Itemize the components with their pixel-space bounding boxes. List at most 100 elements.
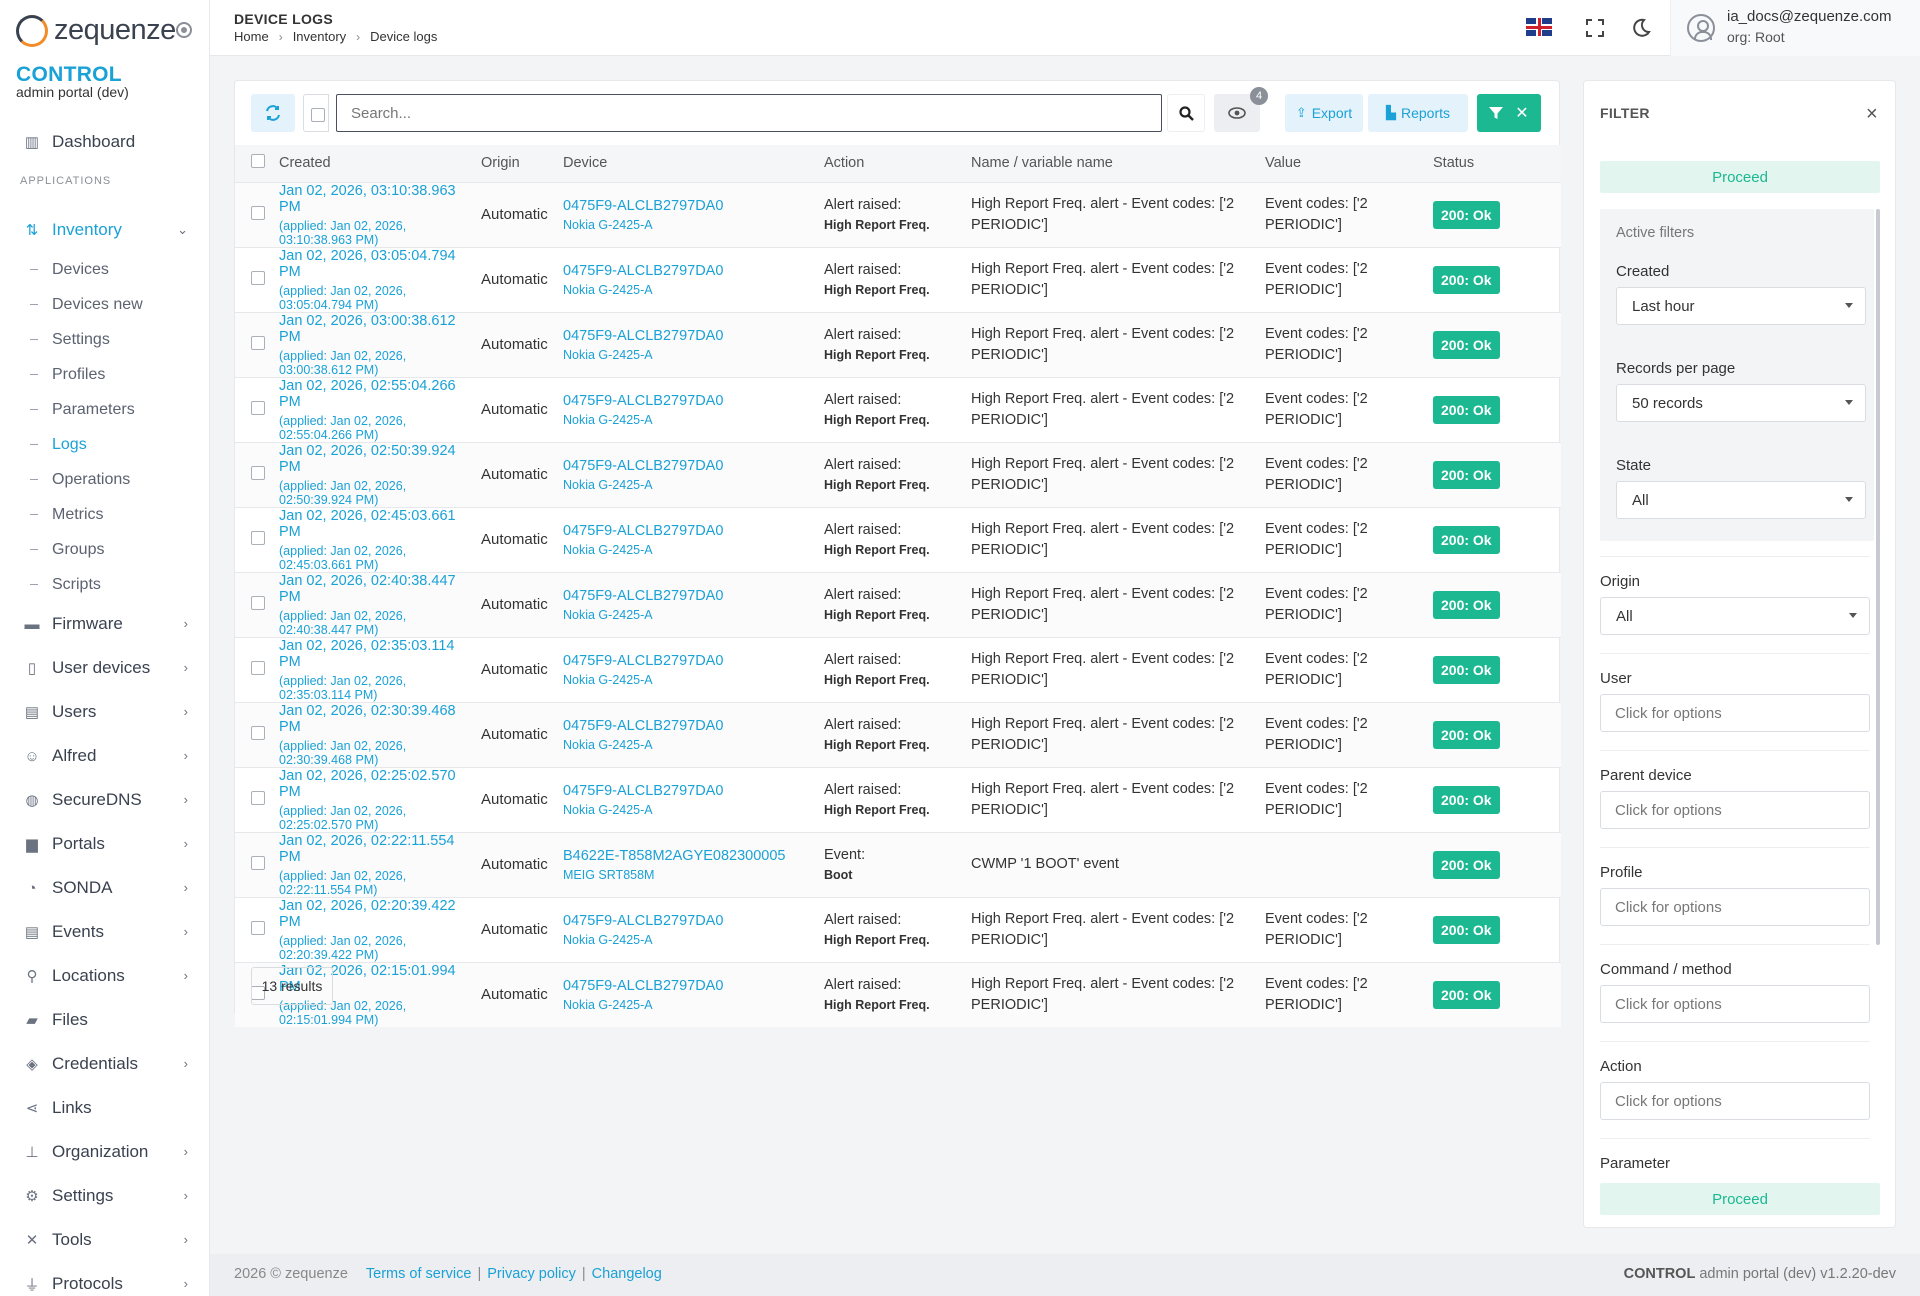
row-checkbox[interactable] xyxy=(251,466,265,480)
device-model-link[interactable]: Nokia G-2425-A xyxy=(563,673,812,687)
created-select[interactable]: Last hour xyxy=(1616,287,1866,325)
sidebar-subitem-logs[interactable]: Logs xyxy=(0,427,209,462)
sidebar-subitem-parameters[interactable]: Parameters xyxy=(0,392,209,427)
table-row[interactable]: Jan 02, 2026, 02:35:03.114 PM (applied: J… xyxy=(235,637,1561,702)
sidebar-item-dashboard[interactable]: ▥ Dashboard xyxy=(0,120,209,164)
dark-mode-moon-icon[interactable] xyxy=(1629,16,1653,40)
table-row[interactable]: Jan 02, 2026, 03:05:04.794 PM (applied: J… xyxy=(235,247,1561,312)
profile-filter-input[interactable]: Click for options xyxy=(1600,888,1870,926)
col-origin[interactable]: Origin xyxy=(475,145,557,182)
sidebar-item-settings[interactable]: ⚙ Settings › xyxy=(0,1174,209,1218)
table-row[interactable]: Jan 02, 2026, 02:22:11.554 PM (applied: J… xyxy=(235,832,1561,897)
created-link[interactable]: Jan 02, 2026, 03:10:38.963 PM xyxy=(279,183,469,215)
reports-button[interactable]: ▙ Reports xyxy=(1368,94,1468,132)
command-method-filter-input[interactable]: Click for options xyxy=(1600,985,1870,1023)
sidebar-item-user-devices[interactable]: ▯ User devices › xyxy=(0,646,209,690)
fullscreen-icon[interactable] xyxy=(1583,16,1607,40)
created-link[interactable]: Jan 02, 2026, 02:30:39.468 PM xyxy=(279,703,469,735)
search-input[interactable] xyxy=(336,94,1162,132)
col-device[interactable]: Device xyxy=(557,145,818,182)
created-link[interactable]: Jan 02, 2026, 03:05:04.794 PM xyxy=(279,248,469,280)
row-checkbox[interactable] xyxy=(251,856,265,870)
records-per-page-select[interactable]: 50 records xyxy=(1616,384,1866,422)
sidebar-subitem-scripts[interactable]: Scripts xyxy=(0,567,209,602)
device-model-link[interactable]: Nokia G-2425-A xyxy=(563,543,812,557)
sidebar-item-events[interactable]: ▤ Events › xyxy=(0,910,209,954)
sidebar-item-users[interactable]: ▤ Users › xyxy=(0,690,209,734)
action-filter-input[interactable]: Click for options xyxy=(1600,1082,1870,1120)
device-link[interactable]: 0475F9-ALCLB2797DA0 xyxy=(563,328,812,344)
sidebar-item-tools[interactable]: ✕ Tools › xyxy=(0,1218,209,1262)
device-model-link[interactable]: Nokia G-2425-A xyxy=(563,933,812,947)
device-link[interactable]: 0475F9-ALCLB2797DA0 xyxy=(563,198,812,214)
row-checkbox[interactable] xyxy=(251,726,265,740)
device-model-link[interactable]: Nokia G-2425-A xyxy=(563,803,812,817)
sidebar-subitem-devices-new[interactable]: Devices new xyxy=(0,287,209,322)
sidebar-subitem-metrics[interactable]: Metrics xyxy=(0,497,209,532)
col-action[interactable]: Action xyxy=(818,145,965,182)
device-model-link[interactable]: MEIG SRT858M xyxy=(563,868,812,882)
device-link[interactable]: 0475F9-ALCLB2797DA0 xyxy=(563,393,812,409)
device-link[interactable]: 0475F9-ALCLB2797DA0 xyxy=(563,458,812,474)
device-link[interactable]: 0475F9-ALCLB2797DA0 xyxy=(563,263,812,279)
device-model-link[interactable]: Nokia G-2425-A xyxy=(563,738,812,752)
user-filter-input[interactable]: Click for options xyxy=(1600,694,1870,732)
sidebar-subitem-operations[interactable]: Operations xyxy=(0,462,209,497)
table-row[interactable]: Jan 02, 2026, 02:45:03.661 PM (applied: J… xyxy=(235,507,1561,572)
row-checkbox[interactable] xyxy=(251,531,265,545)
device-model-link[interactable]: Nokia G-2425-A xyxy=(563,413,812,427)
created-link[interactable]: Jan 02, 2026, 02:25:02.570 PM xyxy=(279,768,469,800)
logo[interactable]: zequenze xyxy=(16,14,176,47)
row-checkbox[interactable] xyxy=(251,401,265,415)
row-checkbox[interactable] xyxy=(251,206,265,220)
device-link[interactable]: B4622E-T858M2AGYE082300005 xyxy=(563,848,812,864)
row-checkbox[interactable] xyxy=(251,661,265,675)
privacy-link[interactable]: Privacy policy xyxy=(487,1266,576,1282)
table-row[interactable]: Jan 02, 2026, 02:25:02.570 PM (applied: J… xyxy=(235,767,1561,832)
origin-select[interactable]: All xyxy=(1600,597,1870,635)
row-checkbox[interactable] xyxy=(251,336,265,350)
sidebar-item-alfred[interactable]: ☺ Alfred › xyxy=(0,734,209,778)
device-link[interactable]: 0475F9-ALCLB2797DA0 xyxy=(563,523,812,539)
sidebar-item-sonda[interactable]: ◔ SONDA › xyxy=(0,866,209,910)
created-link[interactable]: Jan 02, 2026, 02:20:39.422 PM xyxy=(279,898,469,930)
table-row[interactable]: Jan 02, 2026, 02:15:01.994 PM (applied: J… xyxy=(235,962,1561,1027)
table-row[interactable]: Jan 02, 2026, 02:40:38.447 PM (applied: J… xyxy=(235,572,1561,637)
created-link[interactable]: Jan 02, 2026, 02:22:11.554 PM xyxy=(279,833,469,865)
device-link[interactable]: 0475F9-ALCLB2797DA0 xyxy=(563,783,812,799)
device-link[interactable]: 0475F9-ALCLB2797DA0 xyxy=(563,913,812,929)
changelog-link[interactable]: Changelog xyxy=(592,1266,662,1282)
search-button[interactable] xyxy=(1167,94,1205,132)
sidebar-item-securedns[interactable]: ◍ SecureDNS › xyxy=(0,778,209,822)
breadcrumb-inventory[interactable]: Inventory xyxy=(293,29,346,44)
device-model-link[interactable]: Nokia G-2425-A xyxy=(563,998,812,1012)
user-menu[interactable]: ia_docs@zequenze.com org: Root xyxy=(1670,0,1920,56)
proceed-button-top[interactable]: Proceed xyxy=(1600,161,1880,193)
filter-scrollbar[interactable] xyxy=(1876,209,1880,945)
terms-link[interactable]: Terms of service xyxy=(366,1266,472,1282)
sidebar-item-protocols[interactable]: ⏚ Protocols › xyxy=(0,1262,209,1296)
table-row[interactable]: Jan 02, 2026, 03:10:38.963 PM (applied: J… xyxy=(235,182,1561,247)
sidebar-subitem-profiles[interactable]: Profiles xyxy=(0,357,209,392)
breadcrumb-home[interactable]: Home xyxy=(234,29,269,44)
sidebar-item-firmware[interactable]: ▬ Firmware › xyxy=(0,602,209,646)
col-value[interactable]: Value xyxy=(1259,145,1427,182)
created-link[interactable]: Jan 02, 2026, 03:00:38.612 PM xyxy=(279,313,469,345)
table-row[interactable]: Jan 02, 2026, 02:30:39.468 PM (applied: J… xyxy=(235,702,1561,767)
table-row[interactable]: Jan 02, 2026, 02:55:04.266 PM (applied: J… xyxy=(235,377,1561,442)
device-link[interactable]: 0475F9-ALCLB2797DA0 xyxy=(563,588,812,604)
row-checkbox[interactable] xyxy=(251,596,265,610)
sidebar-item-links[interactable]: ⋖ Links xyxy=(0,1086,209,1130)
uk-flag-icon[interactable] xyxy=(1526,18,1552,36)
export-button[interactable]: ⇪ Export xyxy=(1285,94,1363,132)
proceed-button-bottom[interactable]: Proceed xyxy=(1600,1183,1880,1215)
table-row[interactable]: Jan 02, 2026, 02:50:39.924 PM (applied: J… xyxy=(235,442,1561,507)
row-checkbox[interactable] xyxy=(251,791,265,805)
sidebar-subitem-groups[interactable]: Groups xyxy=(0,532,209,567)
state-select[interactable]: All xyxy=(1616,481,1866,519)
created-link[interactable]: Jan 02, 2026, 02:35:03.114 PM xyxy=(279,638,469,670)
device-model-link[interactable]: Nokia G-2425-A xyxy=(563,608,812,622)
device-link[interactable]: 0475F9-ALCLB2797DA0 xyxy=(563,978,812,994)
settings-gear-icon[interactable] xyxy=(176,22,192,38)
col-created[interactable]: Created xyxy=(273,145,475,182)
